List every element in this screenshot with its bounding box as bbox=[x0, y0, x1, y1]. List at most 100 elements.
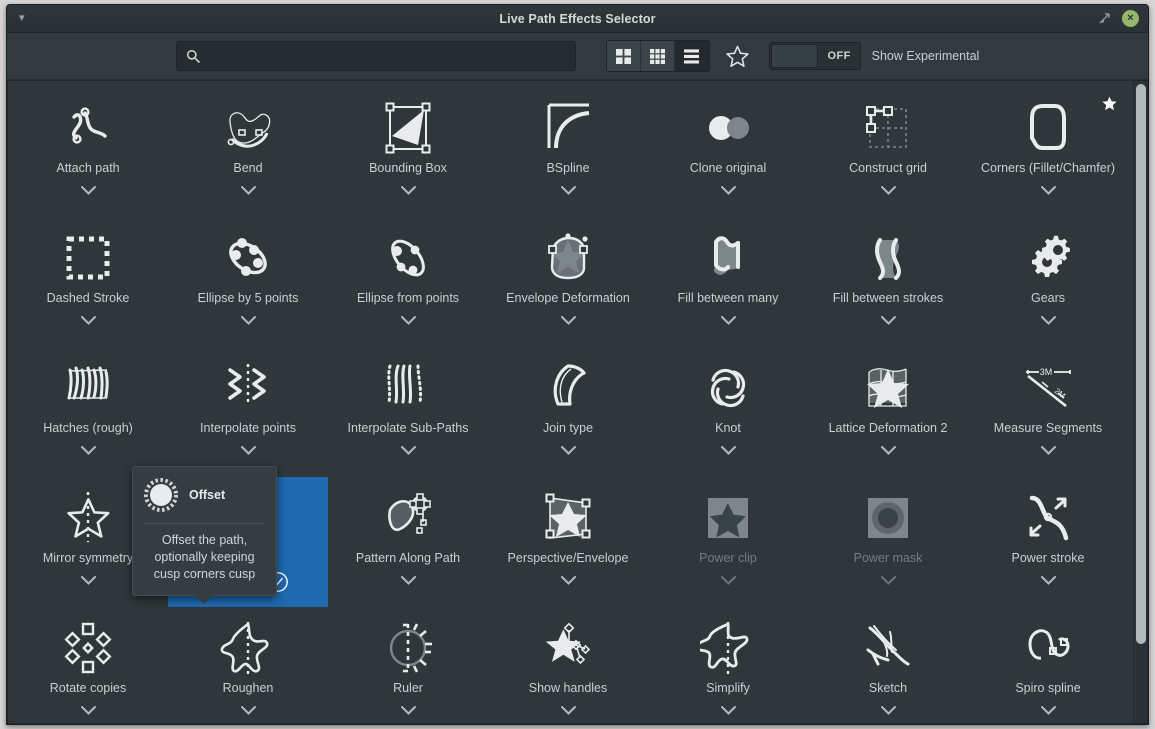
effect-label: Fill between strokes bbox=[833, 291, 943, 305]
show-experimental-toggle[interactable]: OFF bbox=[769, 42, 861, 70]
effect-label: Fill between many bbox=[678, 291, 779, 305]
chevron-down-icon[interactable] bbox=[561, 316, 576, 325]
dashed-stroke-icon bbox=[60, 229, 116, 287]
search-input[interactable] bbox=[207, 49, 566, 63]
chevron-down-icon[interactable] bbox=[881, 316, 896, 325]
effect-label: Power mask bbox=[854, 551, 923, 565]
search-box[interactable] bbox=[176, 41, 576, 71]
chevron-down-icon[interactable] bbox=[721, 186, 736, 195]
favorites-filter-button[interactable] bbox=[724, 42, 752, 70]
effect-item-fill-between-many[interactable]: Fill between many bbox=[648, 217, 808, 347]
chevron-down-icon[interactable] bbox=[561, 186, 576, 195]
join-type-icon bbox=[540, 359, 596, 417]
chevron-down-icon[interactable] bbox=[1041, 706, 1056, 715]
ellipse-5-points-icon bbox=[220, 229, 276, 287]
effect-item-envelope-deformation[interactable]: Envelope Deformation bbox=[488, 217, 648, 347]
chevron-down-icon[interactable] bbox=[881, 446, 896, 455]
chevron-down-icon[interactable] bbox=[881, 706, 896, 715]
chevron-down-icon[interactable] bbox=[241, 446, 256, 455]
effect-item-corners-fillet-chamfer[interactable]: Corners (Fillet/Chamfer) bbox=[968, 87, 1128, 217]
chevron-down-icon[interactable] bbox=[721, 576, 736, 585]
chevron-down-icon[interactable] bbox=[721, 316, 736, 325]
chevron-down-icon[interactable] bbox=[401, 186, 416, 195]
chevron-down-icon[interactable] bbox=[1041, 316, 1056, 325]
effect-item-power-stroke[interactable]: Power stroke bbox=[968, 477, 1128, 607]
effect-item-join-type[interactable]: Join type bbox=[488, 347, 648, 477]
chevron-down-icon[interactable] bbox=[1041, 186, 1056, 195]
title-bar: ▾ Live Path Effects Selector × bbox=[7, 5, 1148, 33]
effect-label: Spiro spline bbox=[1015, 681, 1080, 695]
chevron-down-icon[interactable] bbox=[401, 706, 416, 715]
chevron-down-icon[interactable] bbox=[81, 316, 96, 325]
effect-label: Sketch bbox=[869, 681, 907, 695]
effect-item-rotate-copies[interactable]: Rotate copies bbox=[8, 607, 168, 723]
chevron-down-icon[interactable] bbox=[561, 446, 576, 455]
effect-label: Ellipse by 5 points bbox=[198, 291, 299, 305]
chevron-down-icon[interactable] bbox=[241, 186, 256, 195]
effect-item-bspline[interactable]: BSpline bbox=[488, 87, 648, 217]
effect-item-roughen[interactable]: Roughen bbox=[168, 607, 328, 723]
effect-label: Bounding Box bbox=[369, 161, 447, 175]
effect-item-ellipse-from-points[interactable]: Ellipse from points bbox=[328, 217, 488, 347]
effect-item-gears[interactable]: Gears bbox=[968, 217, 1128, 347]
vertical-scrollbar[interactable] bbox=[1133, 81, 1147, 723]
effect-label: Roughen bbox=[223, 681, 274, 695]
close-icon[interactable]: × bbox=[1122, 10, 1139, 27]
chevron-down-icon[interactable] bbox=[241, 316, 256, 325]
chevron-down-icon[interactable] bbox=[81, 186, 96, 195]
view-grid-large-button[interactable] bbox=[607, 41, 641, 71]
effect-item-spiro-spline[interactable]: Spiro spline bbox=[968, 607, 1128, 723]
effect-item-attach-path[interactable]: Attach path bbox=[8, 87, 168, 217]
chevron-down-icon[interactable] bbox=[881, 576, 896, 585]
effect-item-interpolate-points[interactable]: Interpolate points bbox=[168, 347, 328, 477]
chevron-down-icon[interactable] bbox=[401, 316, 416, 325]
toggle-state-label: OFF bbox=[819, 50, 860, 62]
roughen-icon bbox=[220, 619, 276, 677]
effect-item-dashed-stroke[interactable]: Dashed Stroke bbox=[8, 217, 168, 347]
star-filled-icon[interactable] bbox=[1101, 95, 1118, 112]
chevron-down-icon[interactable] bbox=[721, 446, 736, 455]
effect-item-perspective-envelope[interactable]: Perspective/Envelope bbox=[488, 477, 648, 607]
chevron-down-icon[interactable] bbox=[241, 706, 256, 715]
chevron-down-icon[interactable] bbox=[81, 576, 96, 585]
effect-item-fill-between-strokes[interactable]: Fill between strokes bbox=[808, 217, 968, 347]
effect-item-hatches-rough[interactable]: Hatches (rough) bbox=[8, 347, 168, 477]
effect-label: Show handles bbox=[529, 681, 608, 695]
effect-label: Pattern Along Path bbox=[356, 551, 460, 565]
scrollbar-thumb[interactable] bbox=[1136, 84, 1146, 644]
view-list-button[interactable] bbox=[675, 41, 709, 71]
chevron-down-icon[interactable] bbox=[721, 706, 736, 715]
chevron-down-icon[interactable] bbox=[81, 706, 96, 715]
effect-item-interpolate-sub-paths[interactable]: Interpolate Sub-Paths bbox=[328, 347, 488, 477]
effect-item-measure-segments[interactable]: 3M 2MMeasure Segments bbox=[968, 347, 1128, 477]
effect-label: Measure Segments bbox=[994, 421, 1102, 435]
effect-item-bend[interactable]: Bend bbox=[168, 87, 328, 217]
effect-item-construct-grid[interactable]: Construct grid bbox=[808, 87, 968, 217]
chevron-down-icon[interactable] bbox=[561, 706, 576, 715]
chevron-down-icon[interactable] bbox=[881, 186, 896, 195]
show-handles-icon bbox=[540, 619, 596, 677]
rotate-copies-icon bbox=[60, 619, 116, 677]
effect-item-knot[interactable]: Knot bbox=[648, 347, 808, 477]
view-grid-small-button[interactable] bbox=[641, 41, 675, 71]
effect-item-sketch[interactable]: Sketch bbox=[808, 607, 968, 723]
effect-item-bounding-box[interactable]: Bounding Box bbox=[328, 87, 488, 217]
restore-icon[interactable] bbox=[1097, 12, 1111, 26]
effect-item-clone-original[interactable]: Clone original bbox=[648, 87, 808, 217]
chevron-down-icon[interactable] bbox=[401, 446, 416, 455]
effect-item-simplify[interactable]: Simplify bbox=[648, 607, 808, 723]
effect-item-pattern-along-path[interactable]: Pattern Along Path bbox=[328, 477, 488, 607]
effect-item-show-handles[interactable]: Show handles bbox=[488, 607, 648, 723]
chevron-down-icon[interactable] bbox=[561, 576, 576, 585]
window-menu-icon[interactable]: ▾ bbox=[19, 13, 25, 24]
chevron-down-icon[interactable] bbox=[401, 576, 416, 585]
chevron-down-icon[interactable] bbox=[1041, 446, 1056, 455]
effect-item-ellipse-by-5-points[interactable]: Ellipse by 5 points bbox=[168, 217, 328, 347]
effect-label: Construct grid bbox=[849, 161, 927, 175]
chevron-down-icon[interactable] bbox=[81, 446, 96, 455]
effect-label: Hatches (rough) bbox=[43, 421, 133, 435]
chevron-down-icon[interactable] bbox=[1041, 576, 1056, 585]
effect-label: Bend bbox=[233, 161, 262, 175]
effect-item-lattice-deformation-2[interactable]: Lattice Deformation 2 bbox=[808, 347, 968, 477]
effect-item-ruler[interactable]: Ruler bbox=[328, 607, 488, 723]
